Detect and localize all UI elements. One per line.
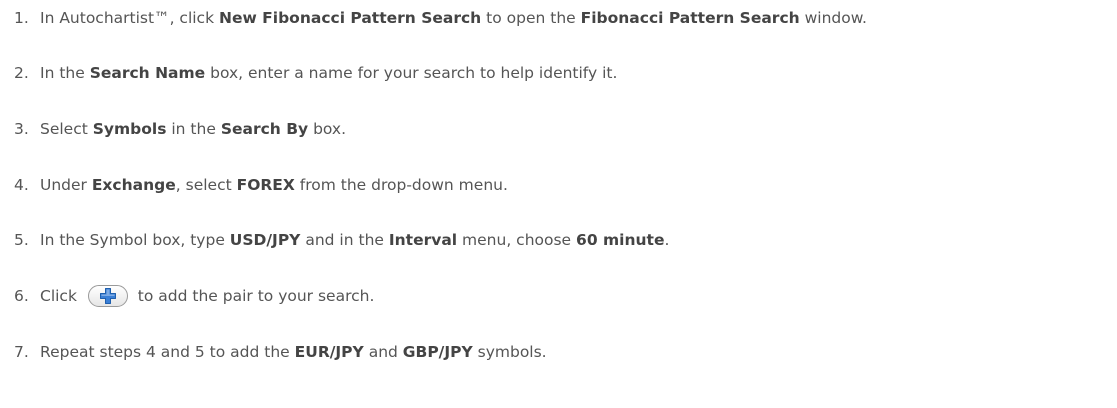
search-by-label: Search By bbox=[220, 120, 309, 138]
step-number: 7. bbox=[14, 343, 29, 361]
forex-label: FOREX bbox=[236, 176, 295, 194]
step-number: 6. bbox=[14, 287, 29, 305]
step-text: Repeat steps 4 and 5 to add the bbox=[40, 343, 295, 361]
step-number: 2. bbox=[14, 64, 29, 82]
step-text: symbols. bbox=[472, 343, 547, 361]
step-text: , select bbox=[175, 176, 237, 194]
step-number: 4. bbox=[14, 176, 29, 194]
step-text: Select bbox=[40, 120, 93, 138]
symbols-label: Symbols bbox=[92, 120, 167, 138]
step-text: to open the bbox=[481, 9, 581, 27]
step-text: In the Symbol box, type bbox=[40, 231, 230, 249]
step-number: 5. bbox=[14, 231, 29, 249]
step-text: box. bbox=[308, 120, 347, 138]
step-text: and bbox=[363, 343, 403, 361]
eur-jpy-label: EUR/JPY bbox=[294, 343, 364, 361]
step-text: window. bbox=[799, 9, 867, 27]
step-text: box, enter a name for your search to hel… bbox=[205, 64, 618, 82]
step-3: 3. Select Symbols in the Search By box. bbox=[14, 116, 346, 142]
step-number: 3. bbox=[14, 120, 29, 138]
step-text: Click bbox=[40, 287, 82, 305]
step-4: 4. Under Exchange , select FOREX from th… bbox=[14, 172, 508, 198]
step-5: 5. In the Symbol box, type USD/JPY and i… bbox=[14, 227, 669, 253]
interval-label: Interval bbox=[388, 231, 458, 249]
step-text: menu, choose bbox=[457, 231, 577, 249]
add-symbol-button[interactable] bbox=[87, 285, 128, 307]
step-text: Under bbox=[40, 176, 92, 194]
60-minute-label: 60 minute bbox=[576, 231, 665, 249]
step-number: 1. bbox=[14, 9, 29, 27]
exchange-label: Exchange bbox=[91, 176, 176, 194]
step-1: 1. In Autochartist™, click New Fibonacci… bbox=[14, 5, 867, 31]
usd-jpy-label: USD/JPY bbox=[229, 231, 301, 249]
add-plus-icon bbox=[99, 288, 116, 304]
search-name-label: Search Name bbox=[89, 64, 206, 82]
step-2: 2. In the Search Name box, enter a name … bbox=[14, 60, 617, 86]
step-7: 7. Repeat steps 4 and 5 to add the EUR/J… bbox=[14, 339, 547, 365]
step-text: In Autochartist™, click bbox=[40, 9, 219, 27]
gbp-jpy-label: GBP/JPY bbox=[402, 343, 473, 361]
new-fibonacci-pattern-search-label: New Fibonacci Pattern Search bbox=[218, 9, 482, 27]
step-text: to add the pair to your search. bbox=[132, 287, 375, 305]
step-text: and in the bbox=[300, 231, 389, 249]
step-text: In the bbox=[40, 64, 90, 82]
step-text: from the drop-down menu. bbox=[294, 176, 508, 194]
fibonacci-pattern-search-label: Fibonacci Pattern Search bbox=[580, 9, 800, 27]
step-text: . bbox=[664, 231, 670, 249]
step-text: in the bbox=[166, 120, 221, 138]
step-6: 6. Click to add the pair to your search. bbox=[14, 283, 374, 309]
